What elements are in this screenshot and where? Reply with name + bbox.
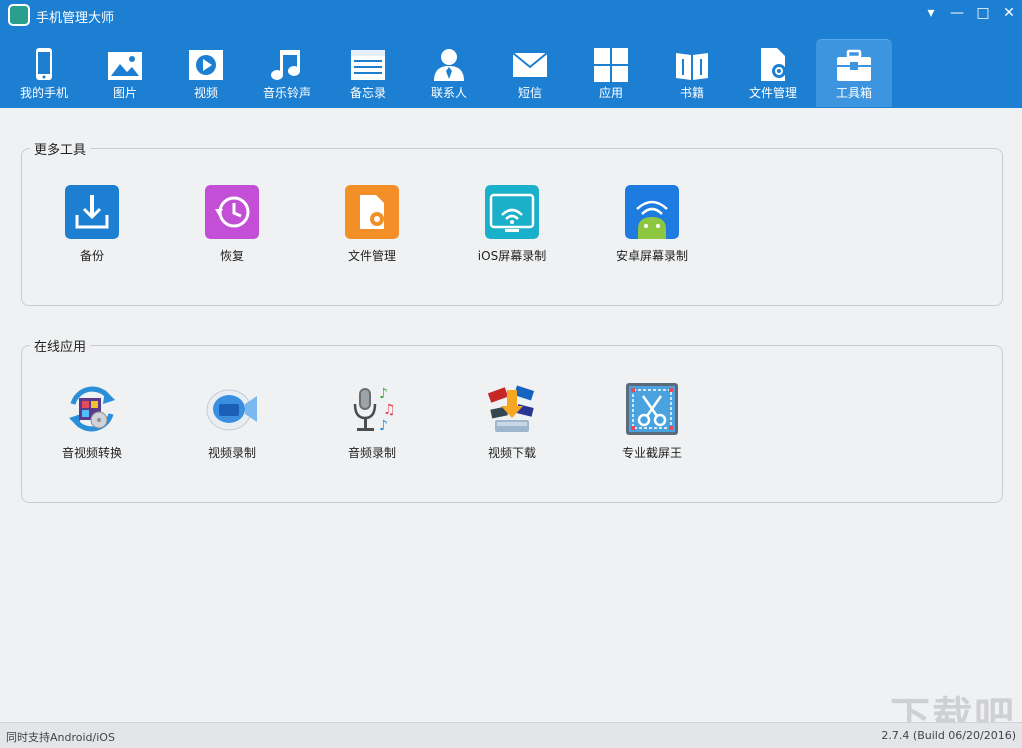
books-icon: [676, 53, 708, 80]
menu-dropdown-icon[interactable]: ▾: [918, 2, 944, 24]
apps-icon: [594, 48, 628, 82]
nav-label: 联系人: [430, 86, 467, 100]
video-download-icon: [487, 385, 535, 432]
tool-restore[interactable]: 恢复: [177, 185, 287, 275]
tool-file-manager[interactable]: 文件管理: [317, 185, 427, 275]
ios-screen-record-icon: [485, 185, 539, 239]
video-record-icon: [206, 389, 257, 431]
nav-item-toolbox[interactable]: 工具箱: [816, 39, 892, 107]
nav-item-books[interactable]: 书籍: [654, 39, 730, 107]
tool-label: 备份: [79, 249, 104, 263]
memo-icon: [351, 50, 385, 80]
svg-text:♪: ♪: [379, 386, 388, 402]
audio-record-icon: ♪♫♪: [353, 386, 396, 434]
nav-label: 视频: [193, 86, 218, 100]
close-button[interactable]: ✕: [996, 2, 1022, 24]
tool-label: 专业截屏王: [621, 446, 682, 460]
nav-label: 短信: [517, 86, 542, 100]
nav-item-contacts[interactable]: 联系人: [411, 39, 487, 107]
nav-item-music[interactable]: 音乐铃声: [249, 39, 325, 107]
app-title: 手机管理大师: [36, 11, 115, 26]
tool-backup[interactable]: 备份: [37, 185, 147, 275]
video-icon: [189, 50, 223, 80]
nav-item-sms[interactable]: 短信: [492, 39, 568, 107]
main-nav: 我的手机 图片 视频 音乐铃声 备忘录 联系人 短信 应用 书籍 文件管理 工具…: [0, 36, 1022, 108]
group-title: 更多工具: [30, 139, 91, 158]
version-label: 2.7.4 (Build 06/20/2016): [881, 729, 1016, 742]
svg-text:♫: ♫: [383, 402, 396, 418]
tool-label: 恢复: [219, 249, 244, 263]
toolbox-content: 更多工具 备份 恢复 文件管理 iOS屏幕录制 安卓屏幕录制 在线应用 音视频转…: [0, 108, 1022, 722]
tool-label: 音频录制: [347, 446, 396, 460]
nav-label: 文件管理: [748, 86, 797, 100]
tool-label: 文件管理: [347, 249, 396, 263]
tool-ios-screen-record[interactable]: iOS屏幕录制: [457, 185, 567, 275]
toolbox-icon: [837, 49, 871, 81]
file-manager-icon: [345, 185, 399, 239]
tool-label: iOS屏幕录制: [477, 249, 547, 263]
nav-item-file-manager[interactable]: 文件管理: [735, 39, 811, 107]
tool-audio-record[interactable]: ♪ ♫ ♪ 音频录制: [317, 382, 427, 472]
android-screen-record-icon: [625, 185, 679, 239]
nav-label: 备忘录: [349, 86, 386, 100]
file-manager-icon: [761, 48, 786, 81]
maximize-button[interactable]: □: [970, 2, 996, 24]
nav-label: 应用: [598, 86, 623, 100]
minimize-button[interactable]: —: [944, 2, 970, 24]
sms-icon: [512, 52, 548, 77]
nav-item-my-phone[interactable]: 我的手机: [6, 39, 82, 107]
tool-screenshot[interactable]: 专业截屏王: [597, 382, 707, 472]
nav-item-pictures[interactable]: 图片: [87, 39, 163, 107]
nav-item-memo[interactable]: 备忘录: [330, 39, 406, 107]
picture-icon: [108, 52, 142, 80]
nav-item-apps[interactable]: 应用: [573, 39, 649, 107]
screenshot-icon: [626, 383, 678, 435]
tool-label: 安卓屏幕录制: [615, 249, 688, 263]
music-icon: [271, 50, 300, 80]
tool-label: 视频下载: [487, 446, 536, 460]
more-tools-group: 更多工具 备份 恢复 文件管理 iOS屏幕录制 安卓屏幕录制: [21, 139, 1003, 306]
tool-av-convert[interactable]: 音视频转换: [37, 382, 147, 472]
av-convert-icon: [69, 386, 115, 432]
app-logo-icon: [8, 4, 30, 26]
nav-item-video[interactable]: 视频: [168, 39, 244, 107]
restore-icon: [205, 185, 259, 239]
title-bar: 手机管理大师 ▾ — □ ✕ 我的手机 图片 视频 音乐铃声 备忘录 联系人 短…: [0, 0, 1022, 108]
nav-label: 工具箱: [835, 86, 872, 100]
tool-label: 音视频转换: [61, 446, 122, 460]
group-title: 在线应用: [30, 336, 91, 355]
nav-label: 书籍: [679, 86, 704, 100]
backup-icon: [65, 185, 119, 239]
phone-icon: [36, 48, 52, 80]
tool-android-screen-record[interactable]: 安卓屏幕录制: [597, 185, 707, 275]
contacts-icon: [434, 49, 464, 81]
status-support-text: 同时支持Android/iOS: [6, 731, 115, 744]
svg-text:♪: ♪: [379, 418, 388, 434]
nav-label: 图片: [112, 86, 137, 100]
tool-label: 视频录制: [207, 446, 256, 460]
nav-label: 音乐铃声: [262, 86, 311, 100]
status-bar: 同时支持Android/iOS 2.7.4 (Build 06/20/2016): [0, 722, 1022, 748]
nav-label: 我的手机: [19, 86, 68, 100]
tool-video-download[interactable]: 视频下载: [457, 382, 567, 472]
online-apps-group: 在线应用 音视频转换 视频录制 ♪ ♫ ♪ 音频录制 视频下载 专业截屏王: [21, 336, 1003, 503]
tool-video-record[interactable]: 视频录制: [177, 382, 287, 472]
